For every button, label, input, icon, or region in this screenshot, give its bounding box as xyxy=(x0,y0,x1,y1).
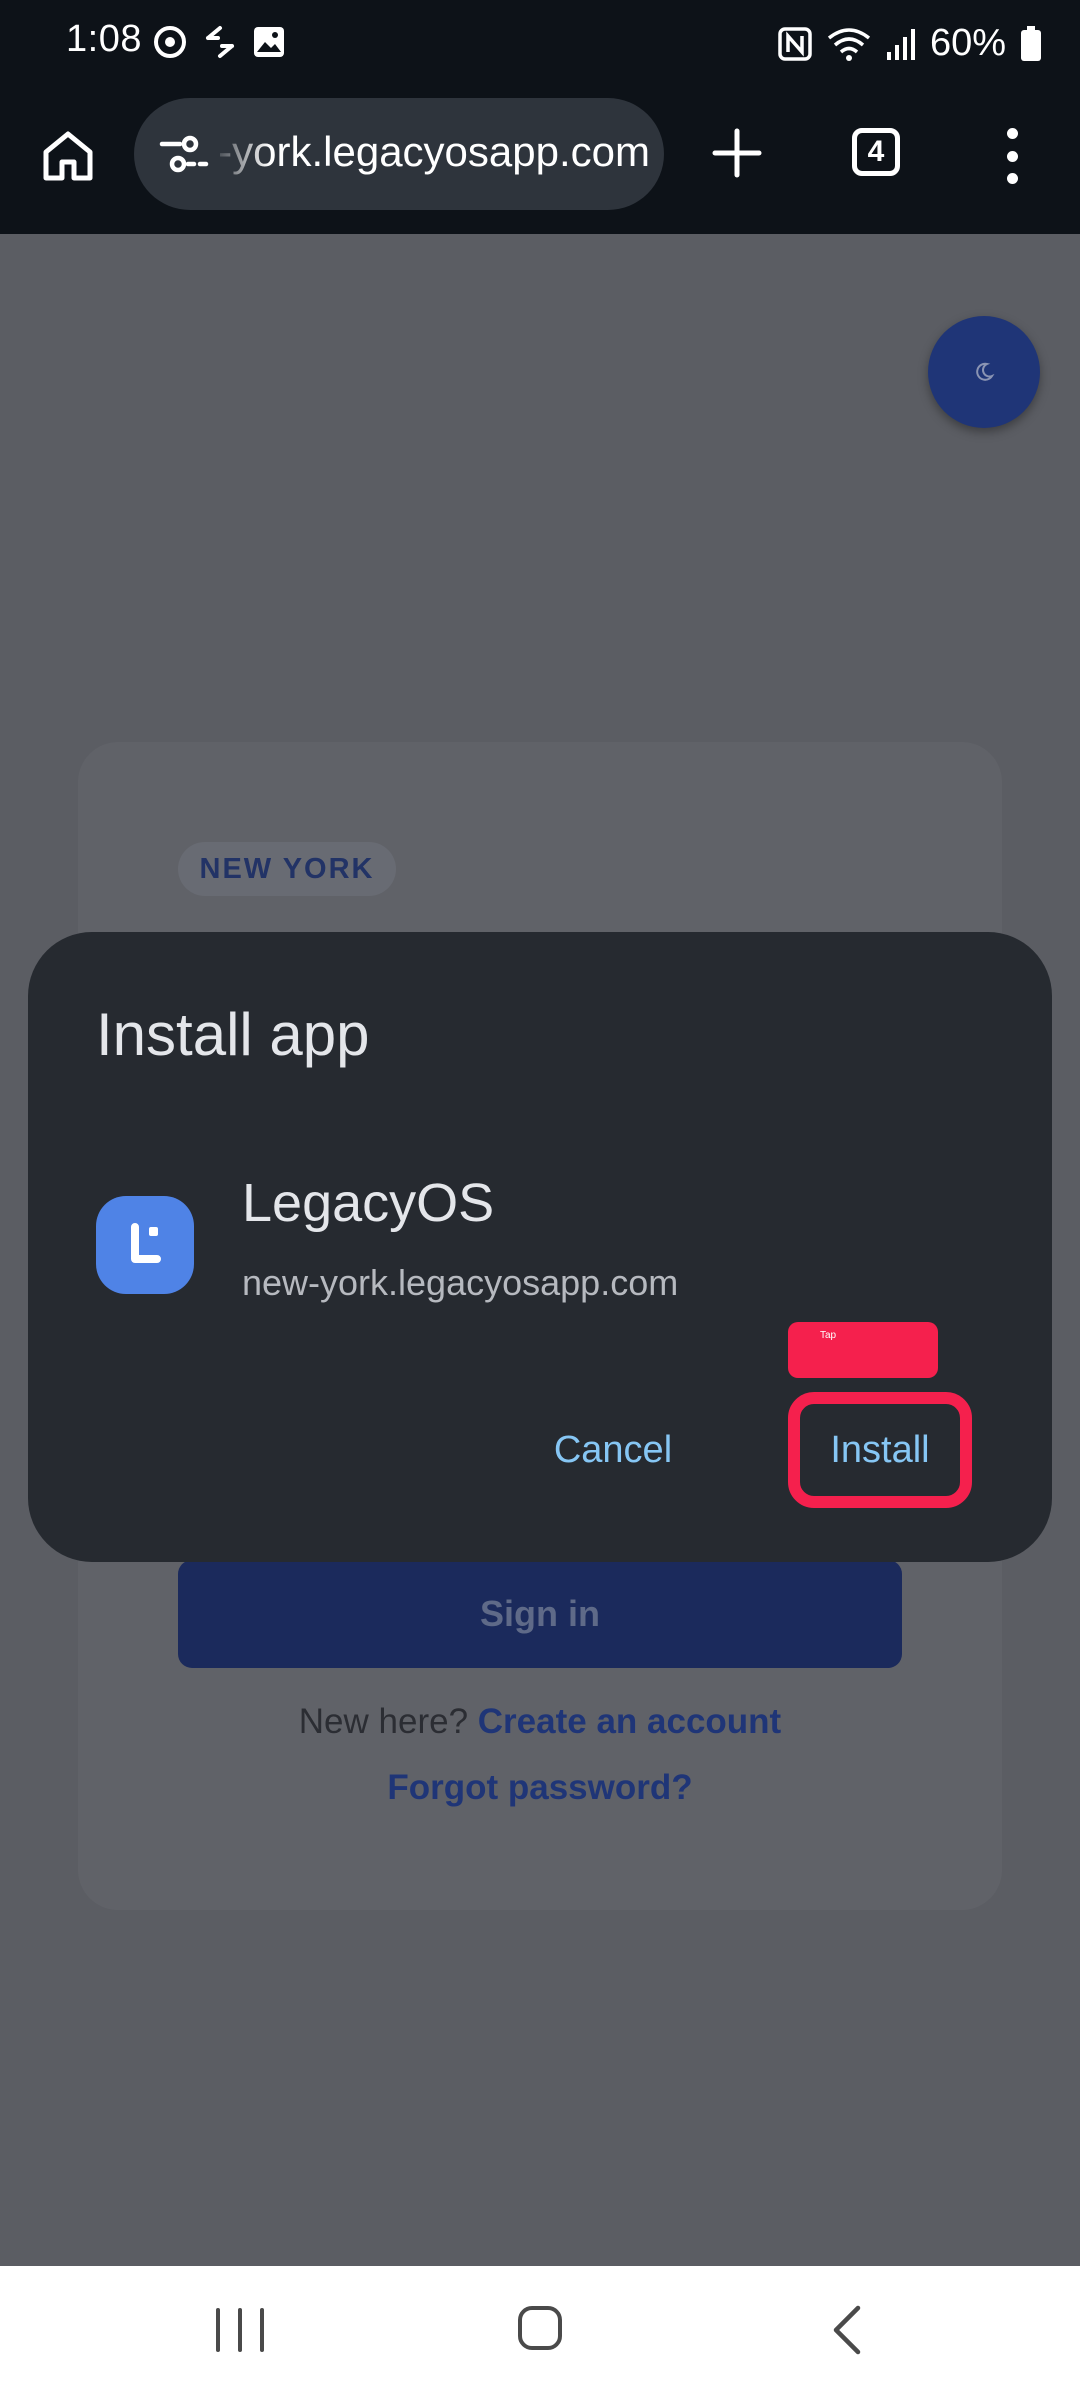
moon-icon xyxy=(976,362,995,381)
create-account-link[interactable]: Create an account xyxy=(478,1702,781,1741)
browser-toolbar: new-york.legacyosapp.com 4 xyxy=(0,88,1080,234)
cancel-button[interactable]: Cancel xyxy=(528,1410,698,1490)
forgot-password-link[interactable]: Forgot password? xyxy=(0,1768,1080,1808)
url-text[interactable]: new-york.legacyosapp.com xyxy=(220,128,650,176)
tab-switcher-button[interactable]: 4 xyxy=(852,128,900,176)
url-fade xyxy=(210,98,270,210)
signal-icon xyxy=(886,28,915,60)
address-bar[interactable]: new-york.legacyosapp.com xyxy=(134,98,664,210)
battery-percentage: 60% xyxy=(929,22,1006,64)
new-here-text: New here? xyxy=(298,1702,469,1741)
battery-icon xyxy=(1021,25,1041,61)
site-settings-icon[interactable] xyxy=(158,128,210,180)
sign-in-button[interactable]: Sign in xyxy=(178,1560,902,1668)
gallery-icon xyxy=(254,27,284,57)
city-badge: NEW YORK xyxy=(178,842,396,896)
nfc-icon xyxy=(778,26,812,61)
tap-annotation-text: Tap xyxy=(820,1330,837,1341)
new-tab-icon xyxy=(712,128,762,178)
status-time: 1:08 xyxy=(66,18,142,60)
home-button[interactable] xyxy=(36,124,100,188)
system-navigation-bar xyxy=(0,2266,1080,2400)
more-vert-icon[interactable] xyxy=(988,124,1036,188)
status-system-icons: 60% xyxy=(778,22,1042,65)
sync-icon xyxy=(154,26,186,58)
home-nav-button[interactable] xyxy=(518,2306,562,2350)
back-icon[interactable] xyxy=(826,2304,870,2356)
app-icon xyxy=(96,1196,194,1294)
dialog-title: Install app xyxy=(96,1001,370,1068)
recents-button[interactable] xyxy=(216,2308,264,2356)
legacyos-logo-icon xyxy=(131,1223,161,1263)
app-name: LegacyOS xyxy=(242,1173,495,1233)
new-tab-button[interactable] xyxy=(706,122,768,184)
install-button[interactable]: Install xyxy=(810,1414,950,1486)
tap-annotation-label: Tap xyxy=(788,1322,938,1378)
status-notification-icons xyxy=(152,24,286,60)
home-icon xyxy=(43,131,93,181)
theme-toggle-button[interactable] xyxy=(928,316,1040,428)
app-domain: new-york.legacyosapp.com xyxy=(242,1262,679,1303)
status-bar: 1:08 60% xyxy=(0,0,1080,88)
transfer-icon xyxy=(206,26,234,58)
wifi-icon xyxy=(827,27,871,61)
new-here-row: New here? Create an account xyxy=(0,1702,1080,1742)
